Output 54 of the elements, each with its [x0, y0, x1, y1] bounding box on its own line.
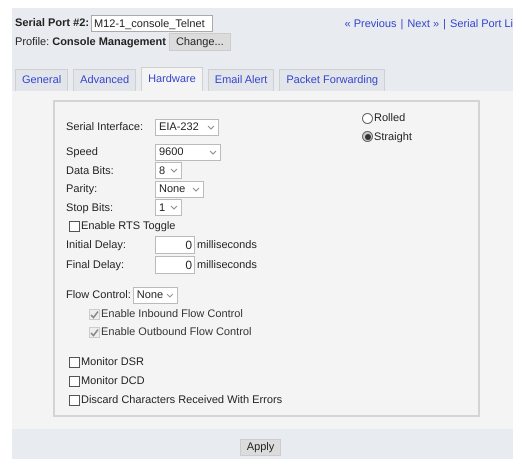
dropdown[interactable]: 1 [155, 199, 182, 216]
number-field[interactable]: 0 [155, 256, 195, 274]
radio-button[interactable] [362, 112, 373, 124]
tab[interactable]: Packet Forwarding [279, 69, 386, 91]
separator: | [442, 17, 448, 32]
nav-link[interactable]: Serial Port Li [450, 16, 513, 51]
chevron-icon [170, 205, 178, 210]
checkbox[interactable] [69, 395, 80, 406]
chevron-icon [166, 292, 174, 298]
nav-link[interactable]: « Previous [344, 16, 396, 51]
field-label: Serial Interface: [66, 120, 144, 135]
unit-label: milliseconds [197, 258, 257, 273]
chevron-icon [192, 186, 200, 192]
checkbox-label: Enable RTS Toggle [81, 218, 176, 234]
dropdown[interactable]: None [155, 180, 204, 198]
field-label: Initial Delay: [66, 238, 127, 253]
checkbox-label: Discard Characters Received With Errors [81, 393, 282, 408]
radio-button[interactable] [362, 131, 373, 142]
separator: | [400, 17, 404, 32]
tab[interactable]: Email Alert [208, 69, 274, 91]
unit-label: milliseconds [197, 238, 257, 253]
field-label: Data Bits: [66, 164, 115, 178]
tab[interactable]: Hardware [141, 67, 203, 91]
change-button[interactable]: Change... [168, 33, 231, 51]
field-label: Final Delay: [66, 258, 126, 273]
checkbox[interactable] [69, 376, 80, 387]
chevron-icon [207, 124, 215, 130]
tab[interactable]: General [15, 69, 68, 91]
radio-label: Straight [374, 130, 412, 144]
checkbox-label: Monitor DSR [81, 355, 144, 370]
port-label: Serial Port #2: [15, 16, 89, 32]
chevron-icon [209, 150, 217, 155]
field-label: Stop Bits: [66, 200, 114, 216]
dropdown[interactable]: 8 [155, 162, 182, 180]
chevron-icon [170, 168, 178, 174]
tab[interactable]: Advanced [73, 69, 136, 91]
checkbox-label: Enable Inbound Flow Control [101, 306, 243, 322]
field-label: Parity: [66, 182, 98, 197]
profile-label: Profile: [15, 34, 50, 50]
checkbox-label: Monitor DCD [81, 374, 145, 390]
nav-link[interactable]: Next » [407, 16, 440, 51]
field-label: Speed [66, 145, 99, 160]
dropdown[interactable]: EIA-232 [155, 118, 219, 136]
dropdown[interactable]: 9600 [155, 144, 221, 161]
dropdown[interactable]: None [132, 286, 178, 304]
checkbox-label: Enable Outbound Flow Control [101, 324, 252, 340]
checkbox[interactable] [69, 357, 80, 368]
profile-name: Console Management [52, 34, 166, 50]
port-name-field[interactable]: M12-1_console_Telnet [90, 15, 213, 32]
field-label: Flow Control: [66, 288, 131, 303]
checkbox[interactable] [69, 220, 80, 232]
number-field[interactable]: 0 [155, 236, 195, 254]
apply-button[interactable]: Apply [240, 439, 282, 456]
radio-label: Rolled [374, 111, 406, 126]
